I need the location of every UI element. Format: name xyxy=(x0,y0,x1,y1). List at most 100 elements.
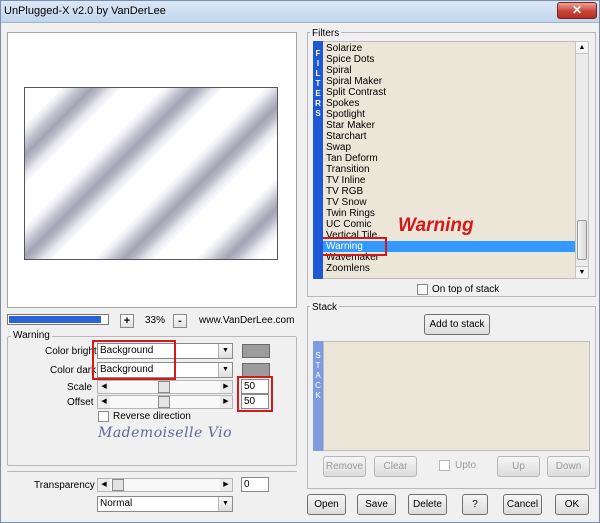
offset-slider[interactable]: ◀ ▶ xyxy=(97,395,233,409)
strip-letter: T xyxy=(315,361,321,370)
filter-list-item[interactable]: Spiral xyxy=(326,65,352,76)
signature-watermark: Mademoiselle Vio xyxy=(98,425,233,441)
divider xyxy=(7,471,297,472)
add-to-stack-button[interactable]: Add to stack xyxy=(424,314,490,335)
filters-scrollbar[interactable]: ▲ ▼ xyxy=(575,41,589,279)
website-link[interactable]: www.VanDerLee.com xyxy=(199,315,294,326)
chevron-up-icon[interactable]: ▲ xyxy=(576,42,588,54)
filter-list-item[interactable]: Transition xyxy=(326,164,370,175)
save-button[interactable]: Save xyxy=(357,494,396,515)
filter-list-item[interactable]: Zoomlens xyxy=(326,263,370,274)
blend-mode-value: Normal xyxy=(100,498,133,509)
strip-letter: S xyxy=(315,351,321,360)
chevron-down-icon[interactable]: ▼ xyxy=(218,344,232,358)
params-group-label: Warning xyxy=(11,330,52,341)
chevron-right-icon[interactable]: ▶ xyxy=(220,381,232,393)
on-top-label: On top of stack xyxy=(432,284,500,295)
transparency-slider[interactable]: ◀ ▶ xyxy=(97,478,233,492)
filter-list-item[interactable]: Swap xyxy=(326,142,351,153)
scale-slider[interactable]: ◀ ▶ xyxy=(97,380,233,394)
highlight-box xyxy=(237,376,273,412)
zoom-out-button[interactable]: - xyxy=(173,314,187,328)
offset-slider-thumb[interactable] xyxy=(158,396,170,408)
warning-annotation: Warning xyxy=(398,215,474,236)
upto-label: Upto xyxy=(455,460,477,471)
strip-letter: F xyxy=(315,49,321,58)
filter-list-item[interactable]: UC Comic xyxy=(326,219,372,230)
strip-letter: K xyxy=(315,391,321,400)
close-icon: ✕ xyxy=(571,3,583,17)
down-button[interactable]: Down xyxy=(547,456,590,477)
filter-list-item[interactable]: Spotlight xyxy=(326,109,365,120)
transparency-input[interactable]: 0 xyxy=(241,477,269,492)
window-title: UnPlugged-X v2.0 by VanDerLee xyxy=(4,5,166,17)
filter-list-item[interactable]: TV RGB xyxy=(326,186,363,197)
title-bar: UnPlugged-X v2.0 by VanDerLee ✕ xyxy=(1,1,599,23)
filter-list-item[interactable]: Spokes xyxy=(326,98,359,109)
strip-letter: E xyxy=(315,89,321,98)
chevron-right-icon[interactable]: ▶ xyxy=(220,479,232,491)
offset-label: Offset xyxy=(67,397,94,408)
cancel-button[interactable]: Cancel xyxy=(503,494,542,515)
stack-group-label: Stack xyxy=(310,302,340,313)
blend-mode-select[interactable]: Normal ▼ xyxy=(97,496,233,512)
transparency-label: Transparency xyxy=(34,480,95,491)
chevron-left-icon[interactable]: ◀ xyxy=(98,396,110,408)
delete-button[interactable]: Delete xyxy=(408,494,447,515)
strip-letter: I xyxy=(316,59,320,68)
filters-list[interactable]: Solarize Spice Dots Spiral Spiral Maker Spli… xyxy=(323,41,575,279)
strip-letter: L xyxy=(315,69,321,78)
strip-letter: S xyxy=(315,109,321,118)
color-bright-swatch[interactable] xyxy=(242,344,270,358)
filter-list-item[interactable]: Twin Rings xyxy=(326,208,375,219)
plugin-window: UnPlugged-X v2.0 by VanDerLee ✕ + 33% - … xyxy=(0,0,600,523)
chevron-down-icon[interactable]: ▼ xyxy=(218,363,232,377)
progress-bar xyxy=(7,314,109,325)
strip-letter: R xyxy=(315,99,321,108)
preview-image[interactable] xyxy=(24,87,278,260)
color-dark-label: Color dark xyxy=(50,365,97,376)
scale-label: Scale xyxy=(67,382,93,393)
filter-list-item[interactable]: TV Inline xyxy=(326,175,365,186)
color-dark-swatch[interactable] xyxy=(242,363,270,377)
scrollbar-thumb[interactable] xyxy=(577,220,587,260)
chevron-down-icon[interactable]: ▼ xyxy=(218,497,232,511)
filters-strip-label: FILTERS xyxy=(313,49,323,119)
remove-button[interactable]: Remove xyxy=(323,456,366,477)
strip-letter: C xyxy=(315,381,321,390)
ok-button[interactable]: OK xyxy=(555,494,589,515)
color-bright-label: Color bright xyxy=(45,346,97,357)
filter-list-item[interactable]: Split Contrast xyxy=(326,87,386,98)
clear-button[interactable]: Clear xyxy=(374,456,417,477)
transparency-slider-thumb[interactable] xyxy=(112,479,124,491)
zoom-level: 33% xyxy=(145,315,166,326)
up-button[interactable]: Up xyxy=(497,456,540,477)
highlight-box xyxy=(92,340,176,380)
chevron-right-icon[interactable]: ▶ xyxy=(220,396,232,408)
chevron-left-icon[interactable]: ◀ xyxy=(98,381,110,393)
filter-list-item[interactable]: Tan Deform xyxy=(326,153,378,164)
filter-list-item[interactable]: Starchart xyxy=(326,131,367,142)
strip-letter: T xyxy=(315,79,321,88)
on-top-checkbox[interactable] xyxy=(417,284,428,295)
filter-list-item[interactable]: Star Maker xyxy=(326,120,375,131)
filter-list-item[interactable]: TV Snow xyxy=(326,197,367,208)
highlight-box xyxy=(323,237,387,256)
filter-list-item[interactable]: Solarize xyxy=(326,43,362,54)
reverse-label: Reverse direction xyxy=(113,411,191,422)
open-button[interactable]: Open xyxy=(307,494,346,515)
filters-group-label: Filters xyxy=(310,28,342,39)
strip-letter: A xyxy=(315,371,321,380)
scale-slider-thumb[interactable] xyxy=(158,381,170,393)
stack-list[interactable] xyxy=(323,341,590,451)
close-button[interactable]: ✕ xyxy=(557,2,597,19)
filter-list-item[interactable]: Spiral Maker xyxy=(326,76,382,87)
upto-checkbox[interactable] xyxy=(439,460,450,471)
chevron-left-icon[interactable]: ◀ xyxy=(98,479,110,491)
progress-fill xyxy=(9,316,101,323)
filter-list-item[interactable]: Spice Dots xyxy=(326,54,374,65)
help-button[interactable]: ? xyxy=(462,494,488,515)
reverse-checkbox[interactable] xyxy=(98,411,109,422)
zoom-in-button[interactable]: + xyxy=(120,314,134,328)
chevron-down-icon[interactable]: ▼ xyxy=(576,266,588,278)
